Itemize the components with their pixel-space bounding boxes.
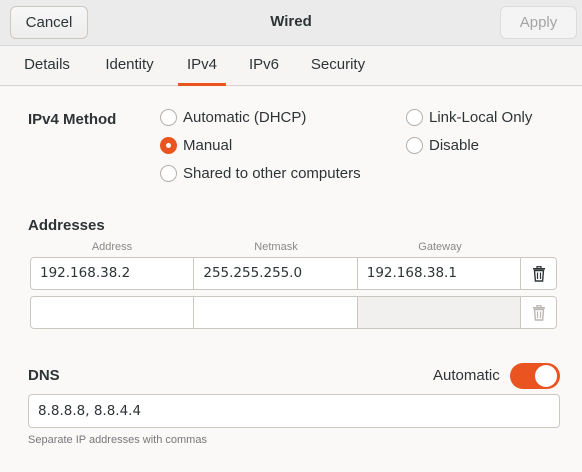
radio-manual[interactable]: Manual bbox=[160, 137, 232, 154]
radio-label: Manual bbox=[183, 137, 233, 154]
address-row: 192.168.38.2 255.255.255.0 192.168.38.1 bbox=[30, 257, 557, 290]
netmask-field[interactable] bbox=[194, 297, 358, 328]
header-bar: Cancel Wired Apply bbox=[0, 0, 582, 46]
column-header-address: Address bbox=[91, 241, 133, 253]
gateway-field bbox=[357, 297, 522, 328]
tab-details[interactable]: Details bbox=[14, 46, 80, 86]
gateway-field[interactable]: 192.168.38.1 bbox=[358, 258, 522, 289]
radio-shared-to-other-computers[interactable]: Shared to other computers bbox=[160, 165, 361, 182]
netmask-field[interactable]: 255.255.255.0 bbox=[194, 258, 358, 289]
radio-unchecked-icon bbox=[160, 109, 177, 126]
dns-automatic-toggle[interactable] bbox=[510, 363, 560, 389]
tab-security[interactable]: Security bbox=[302, 46, 374, 86]
radio-link-local-only[interactable]: Link-Local Only bbox=[406, 109, 532, 126]
delete-address-button bbox=[521, 297, 556, 328]
address-field[interactable] bbox=[31, 297, 195, 328]
delete-address-button[interactable] bbox=[521, 258, 556, 289]
radio-checked-icon bbox=[160, 137, 177, 154]
tab-bar: Details Identity IPv4 IPv6 Security bbox=[0, 46, 582, 86]
radio-automatic-dhcp[interactable]: Automatic (DHCP) bbox=[160, 109, 306, 126]
trash-icon bbox=[532, 265, 545, 282]
radio-unchecked-icon bbox=[160, 165, 177, 182]
ipv4-method-label: IPv4 Method bbox=[28, 111, 117, 128]
radio-label: Link-Local Only bbox=[429, 109, 533, 126]
radio-unchecked-icon bbox=[406, 109, 423, 126]
radio-label: Shared to other computers bbox=[183, 165, 361, 182]
ipv4-page: IPv4 Method Automatic (DHCP) Link-Local … bbox=[0, 87, 582, 472]
tab-ipv4[interactable]: IPv4 bbox=[178, 46, 226, 86]
window-title: Wired bbox=[270, 13, 312, 30]
column-header-netmask: Netmask bbox=[254, 241, 298, 253]
radio-disable[interactable]: Disable bbox=[406, 137, 479, 154]
trash-icon bbox=[532, 304, 545, 321]
addresses-label: Addresses bbox=[28, 217, 105, 234]
dns-label: DNS bbox=[28, 367, 60, 384]
dns-hint: Separate IP addresses with commas bbox=[28, 434, 207, 446]
column-header-gateway: Gateway bbox=[418, 241, 462, 253]
dns-automatic-label: Automatic bbox=[433, 367, 500, 384]
apply-button[interactable]: Apply bbox=[500, 6, 577, 39]
address-field[interactable]: 192.168.38.2 bbox=[31, 258, 195, 289]
tab-ipv6[interactable]: IPv6 bbox=[241, 46, 287, 86]
radio-label: Disable bbox=[429, 137, 480, 154]
address-row bbox=[30, 296, 557, 329]
radio-label: Automatic (DHCP) bbox=[183, 109, 307, 126]
toggle-knob bbox=[535, 365, 557, 387]
dns-input[interactable]: 8.8.8.8, 8.8.4.4 bbox=[28, 394, 560, 428]
radio-unchecked-icon bbox=[406, 137, 423, 154]
tab-identity[interactable]: Identity bbox=[96, 46, 163, 86]
